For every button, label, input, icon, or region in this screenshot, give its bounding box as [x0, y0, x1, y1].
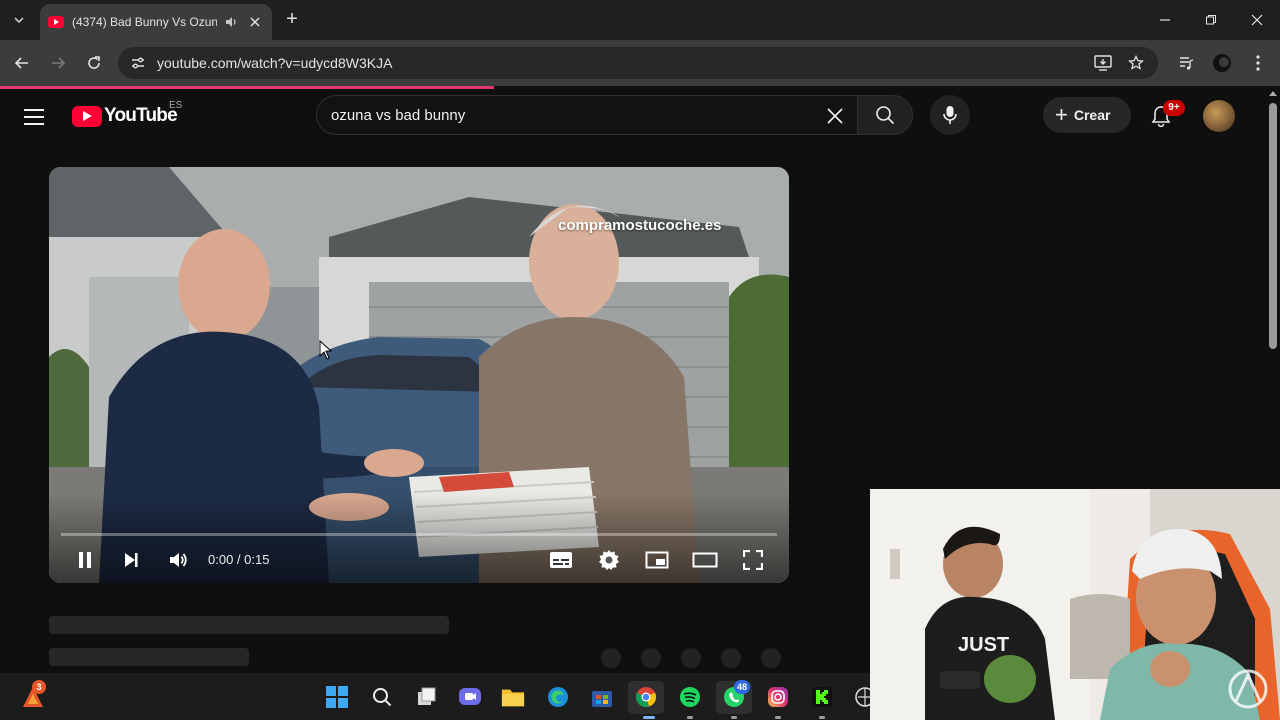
windows-taskbar: 3 48	[0, 673, 875, 720]
create-button[interactable]: + Crear	[1043, 97, 1131, 133]
action-skeleton-dot	[641, 648, 661, 668]
app-notification-badge: 3	[32, 680, 46, 694]
streamer-webcam-overlay: JUST	[870, 489, 1280, 720]
action-skeleton-dot	[601, 648, 621, 668]
spotify-running-indicator	[687, 716, 693, 719]
fullscreen-icon[interactable]	[738, 547, 768, 573]
bookmark-star-icon[interactable]	[1126, 53, 1146, 73]
search-icon	[876, 106, 895, 125]
forward-arrow-icon[interactable]	[46, 51, 70, 75]
microphone-icon	[943, 106, 957, 124]
youtube-logo-text: YouTube	[104, 105, 178, 126]
url-text: youtube.com/watch?v=udycd8W3KJA	[157, 55, 393, 71]
video-time-display: 0:00 / 0:15	[208, 552, 270, 567]
scrollbar-thumb[interactable]	[1269, 103, 1277, 349]
search-query-text: ozuna vs bad bunny	[331, 107, 466, 124]
voice-search-button[interactable]	[930, 95, 970, 135]
pause-icon[interactable]	[70, 547, 100, 573]
browser-tab-active[interactable]: (4374) Bad Bunny Vs Ozuna	[40, 4, 272, 40]
search-clear-icon[interactable]	[823, 104, 847, 128]
windows-start-icon[interactable]	[325, 685, 349, 709]
new-tab-plus-icon[interactable]: +	[281, 9, 303, 31]
window-restore-icon[interactable]	[1199, 8, 1223, 32]
create-label: Crear	[1073, 107, 1111, 123]
tab-search-chevron-icon[interactable]	[6, 7, 32, 33]
action-skeleton-dot	[721, 648, 741, 668]
tab-title: (4374) Bad Bunny Vs Ozuna	[72, 15, 217, 29]
teams-chat-icon[interactable]	[458, 685, 482, 709]
ad-watermark-text: compramostucoche.es	[558, 217, 722, 234]
window-minimize-icon[interactable]	[1153, 8, 1177, 32]
install-app-icon[interactable]	[1093, 53, 1113, 73]
browser-menu-icon[interactable]	[1246, 51, 1270, 75]
edge-browser-icon[interactable]	[546, 685, 570, 709]
media-controls-icon[interactable]	[1174, 51, 1198, 75]
search-input[interactable]: ozuna vs bad bunny	[316, 95, 857, 135]
action-skeleton-dot	[681, 648, 701, 668]
next-video-icon[interactable]	[116, 547, 146, 573]
browser-tab-bar: (4374) Bad Bunny Vs Ozuna +	[0, 0, 1280, 40]
taskbar-search-icon[interactable]	[370, 685, 394, 709]
controls-gradient	[49, 493, 789, 583]
tab-audio-playing-icon[interactable]	[223, 14, 239, 30]
site-settings-icon[interactable]	[128, 53, 148, 73]
kick-running-indicator	[819, 716, 825, 719]
scroll-up-arrow-icon[interactable]	[1269, 91, 1277, 96]
whatsapp-running-indicator	[731, 716, 737, 719]
volume-icon[interactable]	[163, 547, 193, 573]
whatsapp-unread-badge: 48	[734, 680, 751, 694]
channel-skeleton-placeholder	[49, 648, 249, 666]
file-explorer-icon[interactable]	[501, 685, 525, 709]
instagram-icon[interactable]	[766, 685, 790, 709]
browser-toolbar: youtube.com/watch?v=udycd8W3KJA	[0, 40, 1280, 86]
reload-icon[interactable]	[82, 51, 106, 75]
youtube-logo[interactable]: YouTube	[72, 105, 178, 127]
miniplayer-icon[interactable]	[642, 547, 672, 573]
plus-icon: +	[1055, 102, 1068, 127]
title-skeleton-placeholder	[49, 616, 449, 634]
webcam-image: JUST	[870, 489, 1280, 720]
instagram-running-indicator	[775, 716, 781, 719]
tab-close-icon[interactable]	[246, 13, 264, 31]
notifications-badge: 9+	[1163, 100, 1185, 116]
microsoft-store-icon[interactable]	[590, 685, 614, 709]
search-button[interactable]	[857, 95, 913, 135]
kick-icon[interactable]	[810, 685, 834, 709]
chrome-running-indicator	[643, 716, 655, 719]
account-avatar[interactable]	[1203, 100, 1235, 132]
youtube-favicon-icon	[48, 14, 64, 30]
video-progress-bar[interactable]	[61, 533, 777, 536]
video-player[interactable]: compramostucoche.es 0:00 / 0:15	[49, 167, 789, 583]
youtube-play-logo-icon	[72, 105, 102, 127]
spotify-icon[interactable]	[678, 685, 702, 709]
mouse-cursor-icon	[319, 339, 333, 365]
back-arrow-icon[interactable]	[10, 51, 34, 75]
chrome-icon[interactable]	[634, 685, 658, 709]
guide-menu-icon[interactable]	[24, 105, 48, 129]
address-bar[interactable]: youtube.com/watch?v=udycd8W3KJA	[118, 47, 1158, 79]
profile-avatar-icon[interactable]	[1210, 51, 1234, 75]
window-close-icon[interactable]	[1245, 8, 1269, 32]
region-code: ES	[169, 100, 183, 111]
youtube-masthead: YouTube ES ozuna vs bad bunny + Crear 9+	[0, 89, 1266, 145]
subtitles-icon[interactable]	[546, 547, 576, 573]
task-view-icon[interactable]	[415, 685, 439, 709]
theater-mode-icon[interactable]	[690, 547, 720, 573]
action-skeleton-dot	[761, 648, 781, 668]
svg-text:JUST: JUST	[958, 634, 1009, 656]
settings-gear-icon[interactable]	[594, 547, 624, 573]
